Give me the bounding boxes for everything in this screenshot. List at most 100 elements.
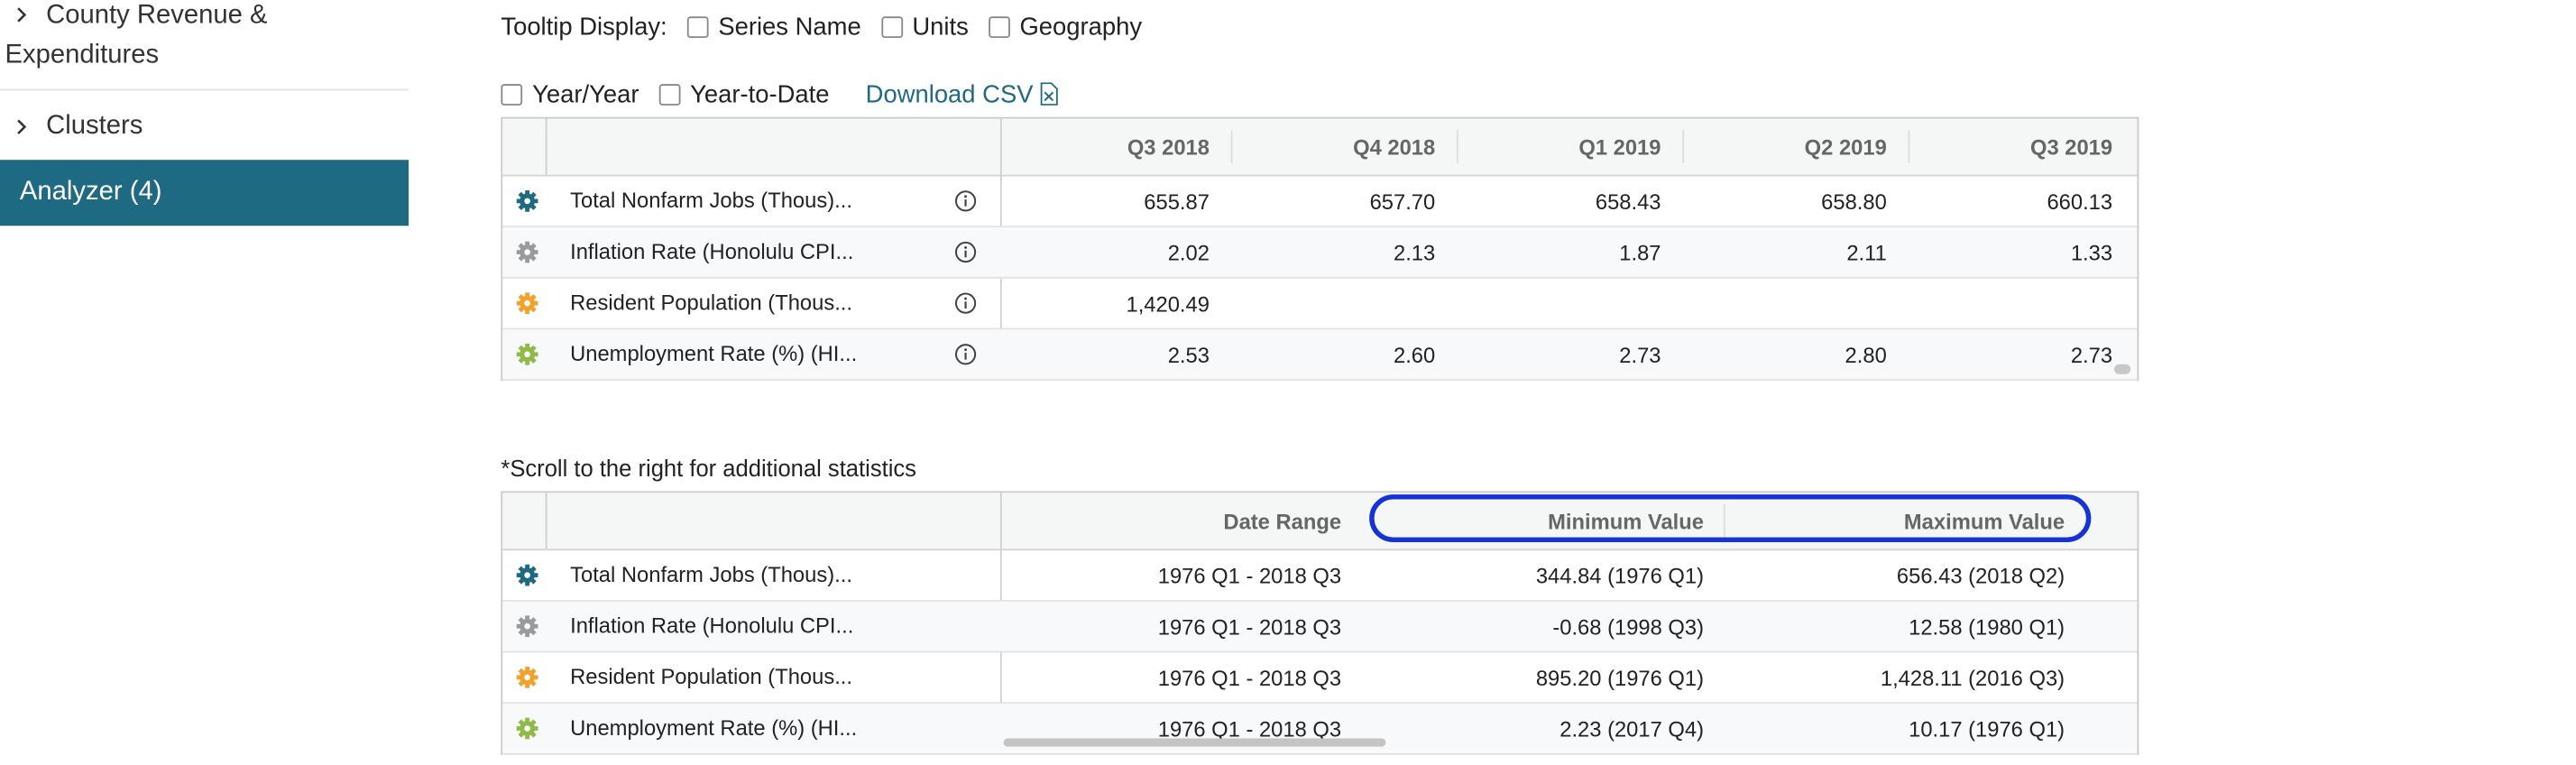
- units-checkbox[interactable]: [880, 15, 903, 38]
- table-cell: [1909, 279, 2112, 328]
- column-header[interactable]: Q4 2018: [1233, 119, 1435, 175]
- table-cell: [1233, 279, 1436, 328]
- table-cell: 344.84 (1976 Q1): [1535, 562, 1705, 588]
- column-header[interactable]: Q3 2019: [1909, 119, 2112, 175]
- table-cell: 895.20 (1976 Q1): [1535, 665, 1705, 690]
- download-csv-label: Download CSV: [865, 79, 1034, 108]
- table-cell: 10.17 (1976 Q1): [1909, 715, 2065, 742]
- column-divider: [545, 118, 547, 175]
- column-header[interactable]: Q3 2018: [1005, 119, 1210, 175]
- column-header[interactable]: Date Range: [1005, 493, 1341, 548]
- series-name-checkbox[interactable]: [686, 15, 709, 38]
- table-cell: [1684, 279, 1887, 328]
- table-cell: 2.53: [1167, 342, 1210, 367]
- sidebar-item-label: Clusters: [46, 112, 143, 141]
- gear-icon[interactable]: [516, 564, 539, 587]
- table-row: Total Nonfarm Jobs (Thous)... 655.87 657.7…: [502, 176, 2138, 228]
- sidebar-item-clusters[interactable]: Clusters: [0, 90, 409, 158]
- year-to-date-checkbox[interactable]: [658, 83, 681, 106]
- table-cell: 1,420.49: [1126, 290, 1210, 316]
- series-name[interactable]: Unemployment Rate (%) (HI...: [570, 341, 857, 365]
- sidebar-item-label: Analyzer (4): [19, 178, 162, 207]
- chevron-right-icon: [17, 7, 27, 23]
- tooltip-display-label: Tooltip Display:: [501, 12, 667, 41]
- info-icon[interactable]: [954, 189, 978, 213]
- table-cell: 656.43 (2018 Q2): [1896, 562, 2065, 588]
- option-label: Year/Year: [532, 79, 639, 108]
- info-icon[interactable]: [954, 343, 978, 366]
- chevron-right-icon: [17, 119, 27, 134]
- series-name[interactable]: Inflation Rate (Honolulu CPI...: [570, 613, 853, 638]
- min-max-highlight-annotation: [1369, 494, 2092, 543]
- table-cell: 1.87: [1619, 239, 1661, 265]
- info-icon[interactable]: [954, 241, 978, 264]
- gear-icon[interactable]: [516, 343, 539, 366]
- series-name[interactable]: Resident Population (Thous...: [570, 664, 852, 688]
- tooltip-units-option[interactable]: Units: [880, 12, 969, 41]
- table-row: Unemployment Rate (%) (HI... 2.53 2.60 2.73…: [502, 329, 2138, 382]
- sidebar-item-label: County Revenue &: [46, 1, 268, 30]
- table-cell: 658.80: [1821, 189, 1887, 214]
- gear-icon[interactable]: [516, 614, 539, 638]
- table-row: Total Nonfarm Jobs (Thous)... 1976 Q1 - 2…: [502, 550, 2138, 602]
- option-label: Year-to-Date: [690, 79, 830, 108]
- column-header[interactable]: Q1 2019: [1458, 119, 1661, 175]
- tooltip-display-options: Tooltip Display: Series Name Units Geogr…: [501, 8, 1142, 44]
- table-cell: 1,428.11 (2016 Q3): [1880, 665, 2065, 690]
- table-cell: 12.58 (1980 Q1): [1909, 613, 2065, 639]
- table-cell: 2.60: [1393, 342, 1436, 367]
- table-cell: 1976 Q1 - 2018 Q3: [1157, 562, 1342, 588]
- option-label: Units: [912, 12, 969, 41]
- sidebar-item-label-continued: Expenditures: [5, 41, 160, 69]
- table-cell: 2.11: [1846, 239, 1887, 265]
- option-label: Geography: [1019, 12, 1143, 41]
- table-cell: 660.13: [2047, 189, 2113, 214]
- table-row: Unemployment Rate (%) (HI... 1976 Q1 - 20…: [502, 704, 2138, 755]
- column-header[interactable]: Q2 2019: [1684, 119, 1887, 175]
- series-name[interactable]: Total Nonfarm Jobs (Thous)...: [570, 188, 852, 212]
- table-row: Inflation Rate (Honolulu CPI... 2.02 2.13 1…: [502, 227, 2138, 279]
- sidebar-item-analyzer[interactable]: Analyzer (4): [0, 160, 409, 226]
- series-name[interactable]: Unemployment Rate (%) (HI...: [570, 715, 857, 740]
- table-cell: 658.43: [1595, 189, 1661, 214]
- year-over-year-option[interactable]: Year/Year: [501, 80, 639, 108]
- gear-icon[interactable]: [516, 666, 539, 689]
- year-to-date-option[interactable]: Year-to-Date: [658, 80, 829, 108]
- gear-icon[interactable]: [516, 189, 539, 213]
- table-cell: 1976 Q1 - 2018 Q3: [1157, 613, 1342, 639]
- data-table: Q3 2018 Q4 2018 Q1 2019 Q2 2019 Q3 2019 …: [501, 116, 2139, 382]
- vertical-scrollbar[interactable]: [2113, 364, 2131, 374]
- table-cell: 1976 Q1 - 2018 Q3: [1157, 665, 1342, 690]
- series-name[interactable]: Inflation Rate (Honolulu CPI...: [570, 239, 853, 263]
- table-row: Resident Population (Thous... 1,420.49: [502, 279, 2138, 330]
- table-cell: 655.87: [1144, 189, 1210, 214]
- table-cell: 2.73: [2070, 342, 2113, 367]
- gear-icon[interactable]: [516, 241, 539, 264]
- series-name[interactable]: Resident Population (Thous...: [570, 290, 852, 315]
- table-row: Inflation Rate (Honolulu CPI... 1976 Q1 -…: [502, 601, 2138, 653]
- download-csv-link[interactable]: Download CSV: [866, 80, 1058, 108]
- table-cell: 2.13: [1393, 239, 1436, 265]
- sidebar: County Revenue & Expenditures Clusters A…: [0, 0, 409, 765]
- tooltip-series-name-option[interactable]: Series Name: [686, 12, 861, 41]
- table-cell: [1458, 279, 1661, 328]
- geography-checkbox[interactable]: [988, 15, 1010, 38]
- csv-file-icon: [1040, 82, 1058, 106]
- horizontal-scrollbar[interactable]: [1003, 738, 1386, 747]
- table-cell: -0.68 (1998 Q3): [1552, 613, 1705, 639]
- series-name[interactable]: Total Nonfarm Jobs (Thous)...: [570, 562, 852, 586]
- sidebar-item-county-revenue[interactable]: County Revenue & Expenditures: [0, 0, 409, 91]
- gear-icon[interactable]: [516, 717, 539, 741]
- table-row: Resident Population (Thous... 1976 Q1 - 2…: [502, 652, 2138, 705]
- tooltip-geography-option[interactable]: Geography: [988, 12, 1143, 41]
- table-cell: 2.73: [1619, 342, 1661, 367]
- transform-options: Year/Year Year-to-Date Download CSV: [501, 76, 1058, 112]
- year-over-year-checkbox[interactable]: [501, 83, 523, 106]
- scroll-hint: *Scroll to the right for additional stat…: [501, 455, 916, 482]
- info-icon[interactable]: [954, 291, 978, 315]
- option-label: Series Name: [718, 12, 861, 41]
- table-cell: 1.33: [2070, 239, 2113, 265]
- data-table-header: Q3 2018 Q4 2018 Q1 2019 Q2 2019 Q3 2019: [502, 118, 2138, 177]
- gear-icon[interactable]: [516, 291, 539, 315]
- table-cell: 2.80: [1845, 342, 1887, 367]
